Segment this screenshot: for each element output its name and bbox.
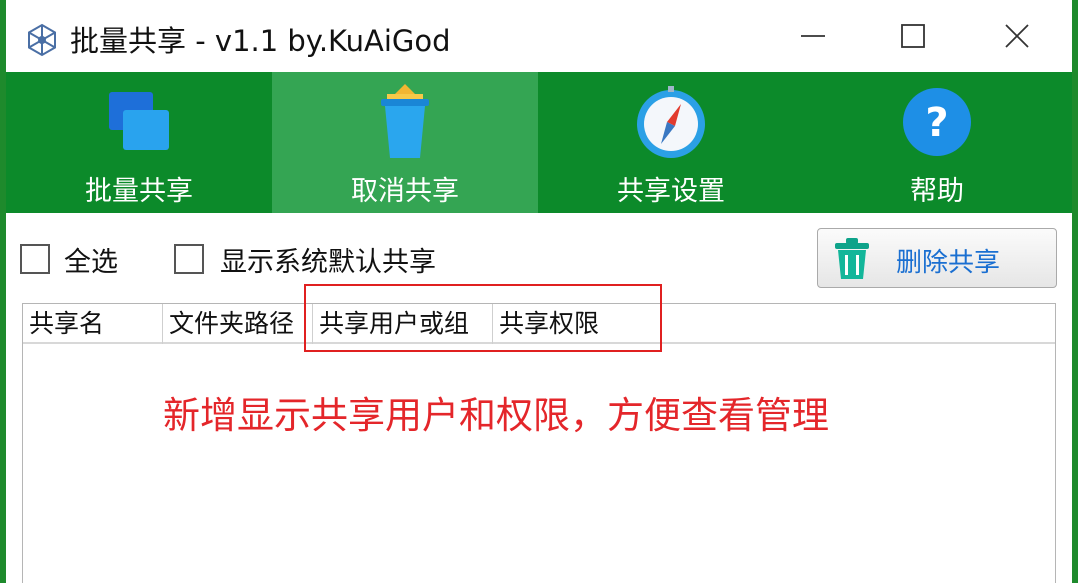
- delete-share-button[interactable]: 删除共享: [817, 228, 1057, 288]
- title-bar: 批量共享 - v1.1 by.KuAiGod: [6, 0, 1072, 72]
- column-header-share-name[interactable]: 共享名: [23, 304, 163, 344]
- trash-can-icon: [835, 238, 869, 279]
- column-header-folder-path[interactable]: 文件夹路径: [163, 304, 313, 344]
- trash-bin-icon: [381, 84, 429, 158]
- tool-share-settings[interactable]: 共享设置: [538, 72, 804, 213]
- close-button[interactable]: [982, 10, 1052, 62]
- help-icon: ?: [903, 88, 971, 156]
- delete-share-label: 删除共享: [896, 248, 1001, 278]
- select-all-checkbox[interactable]: [20, 244, 50, 274]
- tool-label: 帮助: [910, 176, 964, 207]
- minimize-icon: [801, 35, 825, 37]
- window-title: 批量共享 - v1.1 by.KuAiGod: [70, 24, 451, 58]
- show-system-shares-checkbox[interactable]: [174, 244, 204, 274]
- select-all-label: 全选: [64, 247, 118, 278]
- minimize-button[interactable]: [778, 10, 848, 62]
- annotation-text: 新增显示共享用户和权限，方便查看管理: [163, 394, 829, 437]
- tool-batch-share[interactable]: 批量共享: [6, 72, 272, 213]
- close-icon: [1005, 24, 1029, 48]
- app-logo-icon: [28, 23, 56, 57]
- maximize-button[interactable]: [878, 10, 948, 62]
- tool-label: 共享设置: [617, 176, 725, 207]
- app-window: 批量共享 - v1.1 by.KuAiGod 批量共享 取消共享 共享设置 ? …: [0, 0, 1078, 583]
- tool-cancel-share[interactable]: 取消共享: [272, 72, 538, 213]
- svg-text:?: ?: [925, 100, 948, 146]
- main-toolbar: 批量共享 取消共享 共享设置 ? 帮助: [6, 72, 1072, 213]
- tool-help[interactable]: ? 帮助: [804, 72, 1070, 213]
- copy-windows-icon: [109, 92, 169, 150]
- annotation-highlight-box: [304, 284, 662, 352]
- tool-label: 取消共享: [351, 176, 459, 207]
- tool-label: 批量共享: [85, 176, 193, 207]
- compass-icon: [637, 86, 705, 158]
- show-system-shares-label: 显示系统默认共享: [220, 247, 436, 278]
- maximize-icon: [901, 24, 925, 48]
